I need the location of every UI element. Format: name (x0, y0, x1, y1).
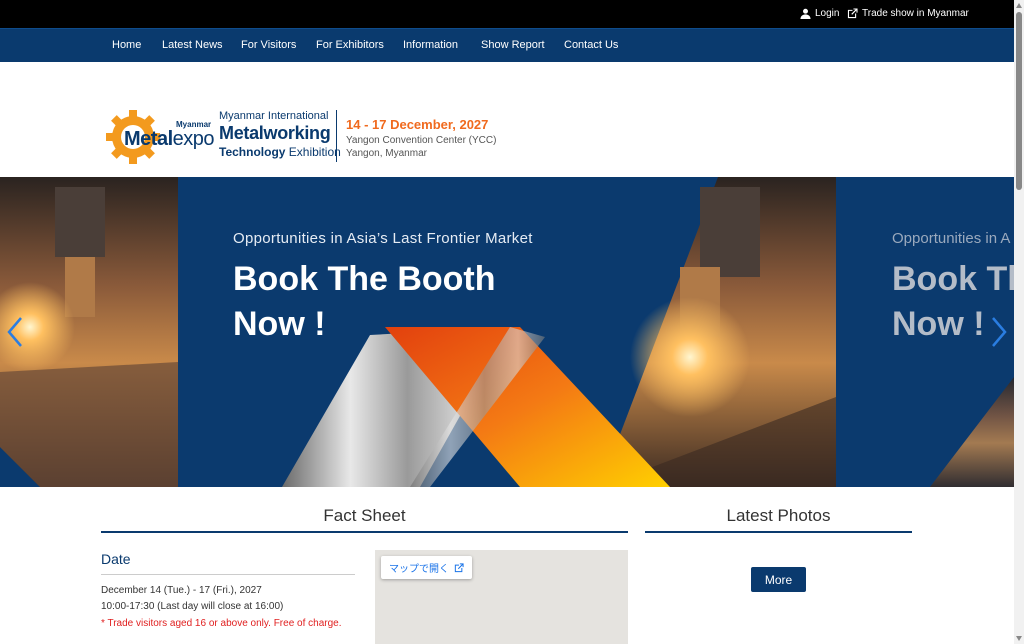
nav-latest-news[interactable]: Latest News (162, 39, 223, 51)
date-hours: 10:00-17:30 (Last day will close at 16:0… (101, 601, 284, 612)
main-nav: Home Latest News For Visitors For Exhibi… (0, 28, 1014, 62)
scroll-down-arrow-icon[interactable] (1016, 636, 1022, 641)
banner-artwork (0, 177, 1014, 487)
carousel-next-arrow-icon[interactable] (988, 315, 1010, 349)
scroll-thumb[interactable] (1016, 12, 1022, 190)
next-slide-headline-line1: Book Th (892, 260, 1014, 298)
banner-headline-line2: Now ! (233, 305, 326, 343)
hero-carousel: Opportunities in Asia’s Last Frontier Ma… (0, 177, 1014, 487)
logo-title-line3-rest: Exhibition (285, 145, 341, 159)
visitor-note: * Trade visitors aged 16 or above only. … (101, 618, 342, 629)
open-in-map-label: マップで開く (389, 564, 449, 575)
banner-subtitle: Opportunities in Asia’s Last Frontier Ma… (233, 230, 533, 247)
logo-metal-text: Metal (124, 128, 173, 150)
login-label: Login (815, 8, 840, 19)
logo-divider (336, 110, 337, 162)
map-embed[interactable]: マップで開く (375, 550, 628, 644)
banner-headline-line1: Book The Booth (233, 260, 496, 298)
nav-for-visitors[interactable]: For Visitors (241, 39, 296, 51)
fact-sheet-title: Fact Sheet (323, 506, 406, 525)
event-dates: 14 - 17 December, 2027 (346, 117, 489, 132)
external-link-icon (847, 8, 858, 19)
date-heading: Date (101, 551, 131, 567)
nav-home[interactable]: Home (112, 39, 141, 51)
nav-show-report[interactable]: Show Report (481, 39, 545, 51)
external-link-icon (454, 562, 464, 572)
latest-photos-rule (645, 531, 912, 533)
tradeshow-link[interactable]: Trade show in Myanmar (847, 8, 969, 19)
fact-sheet-rule (101, 531, 628, 533)
open-in-map-button[interactable]: マップで開く (381, 556, 472, 579)
tradeshow-label: Trade show in Myanmar (862, 8, 969, 19)
latest-photos-title: Latest Photos (726, 506, 831, 525)
logo-title-line3: Technology Exhibition (219, 145, 341, 159)
nav-for-exhibitors[interactable]: For Exhibitors (316, 39, 384, 51)
nav-contact-us[interactable]: Contact Us (564, 39, 618, 51)
carousel-prev-arrow-icon[interactable] (4, 315, 26, 349)
user-icon (800, 8, 811, 19)
event-city: Yangon, Myanmar (346, 148, 427, 159)
date-rule (101, 574, 355, 575)
banner-headline: Book The Booth Now ! (233, 257, 496, 347)
top-utility-bar: Login Trade show in Myanmar (0, 0, 1014, 28)
logo-wordmark: Metalexpo (124, 128, 215, 151)
logo-title-line2: Metalworking (219, 123, 331, 143)
site-logo[interactable]: Myanmar Metalexpo Myanmar International … (106, 108, 496, 166)
event-venue: Yangon Convention Center (YCC) (346, 135, 497, 146)
nav-information[interactable]: Information (403, 39, 458, 51)
more-photos-button[interactable]: More (751, 567, 806, 592)
logo-title-line1: Myanmar International (219, 110, 329, 122)
page-scrollbar[interactable] (1014, 0, 1024, 644)
scroll-up-arrow-icon[interactable] (1016, 3, 1022, 8)
logo-title-line3-bold: Technology (219, 145, 286, 159)
next-slide-subtitle: Opportunities in A (892, 230, 1011, 247)
login-link[interactable]: Login (800, 8, 839, 19)
logo-expo-text: expo (172, 128, 215, 150)
date-range: December 14 (Tue.) - 17 (Fri.), 2027 (101, 585, 262, 596)
